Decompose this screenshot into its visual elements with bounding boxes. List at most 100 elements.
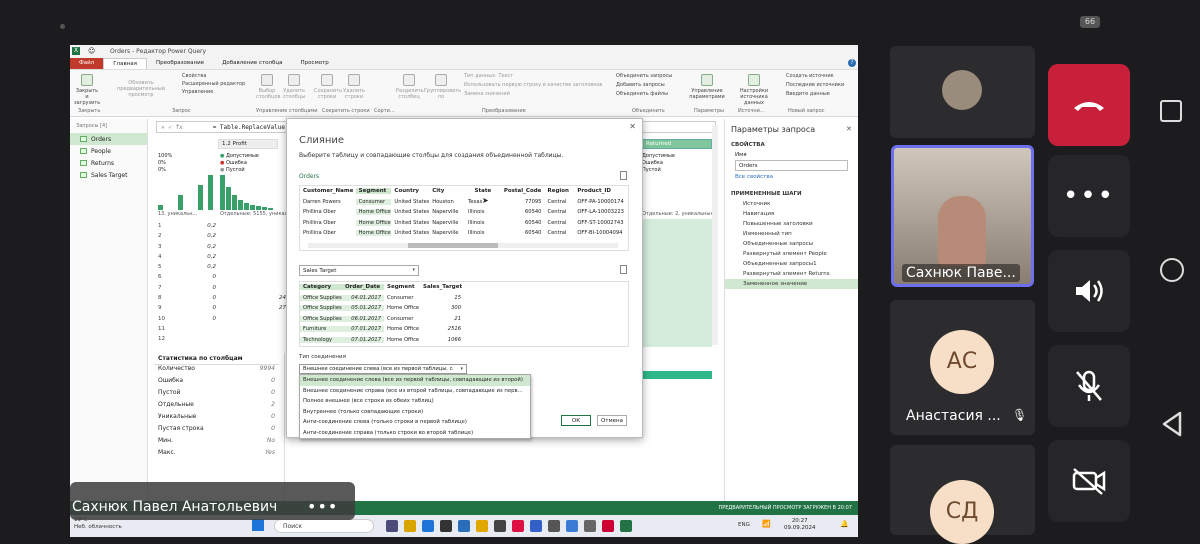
col-header[interactable]: City — [429, 188, 465, 194]
properties-button[interactable]: Свойства — [182, 73, 206, 79]
remove-columns-button[interactable]: Удалить столбцы — [282, 74, 306, 100]
document-icon[interactable] — [620, 171, 627, 180]
applied-step[interactable]: Развернутый элемент People — [725, 249, 858, 259]
applied-step[interactable]: Навигация — [725, 209, 858, 219]
close-load-button[interactable]: Закрыть и загрузить — [74, 74, 100, 106]
join-option-right-outer[interactable]: Внешнее соединение справа (все из второй… — [300, 386, 530, 397]
first-table-preview[interactable]: Customer_Name Segment Country City State… — [299, 185, 629, 251]
smiley-icon[interactable]: ☺ — [88, 47, 95, 55]
col-header[interactable]: Order_Date — [342, 284, 384, 291]
remove-rows-button[interactable]: Удалить строки — [342, 74, 366, 100]
applied-step[interactable]: Источник — [725, 199, 858, 209]
more-options-icon[interactable]: ••• — [307, 497, 338, 516]
first-row-header-button[interactable]: Использовать первую строку в качестве за… — [464, 82, 602, 88]
join-option-right-anti[interactable]: Анти-соединение справа (только строки во… — [300, 428, 530, 439]
tab-view[interactable]: Просмотр — [292, 58, 338, 69]
ok-button[interactable]: ОК — [561, 415, 591, 426]
join-type-select[interactable]: Внешнее соединение слева (все из первой … — [299, 364, 467, 374]
merge-queries-button[interactable]: Объединить запросы — [616, 73, 672, 79]
tab-file[interactable]: Файл — [70, 58, 104, 69]
app-icon[interactable] — [494, 520, 506, 532]
document-icon[interactable] — [620, 265, 627, 274]
second-table-select[interactable]: Sales Target ▾ — [299, 265, 419, 276]
split-column-button[interactable]: Разделить столбец — [396, 74, 424, 100]
choose-columns-button[interactable]: Выбор столбцов — [256, 74, 280, 100]
help-icon[interactable]: ? — [848, 59, 856, 67]
tab-transform[interactable]: Преобразование — [147, 58, 213, 69]
participant-tile[interactable]: АС Анастасия ... 🎙 — [890, 300, 1035, 435]
advanced-editor-button[interactable]: Расширенный редактор — [182, 81, 245, 87]
col-header[interactable]: Sales_Target — [420, 284, 464, 290]
enter-data-button[interactable]: Введите данные — [786, 91, 830, 97]
notification-icon[interactable]: 🔔 — [840, 520, 849, 528]
cancel-button[interactable]: Отмена — [597, 415, 627, 426]
app-icon[interactable] — [476, 520, 488, 532]
query-item-orders[interactable]: Orders — [70, 133, 147, 145]
join-option-left-outer[interactable]: Внешнее соединение слева (все из первой … — [300, 375, 530, 386]
applied-step[interactable]: Развернутый элемент Returns — [725, 269, 858, 279]
new-source-button[interactable]: Создать источник — [786, 73, 834, 79]
replace-values-button[interactable]: Замена значений — [464, 91, 510, 97]
task-view-icon[interactable] — [386, 520, 398, 532]
grid-scrollbar[interactable] — [712, 125, 718, 345]
self-view-tile[interactable] — [890, 46, 1035, 138]
keep-rows-button[interactable]: Сохранить строки — [314, 74, 342, 100]
applied-step[interactable]: Измененный тип — [725, 229, 858, 239]
col-header[interactable]: Product_ID — [574, 188, 628, 194]
query-name-input[interactable]: Orders — [735, 160, 848, 171]
more-button[interactable]: ••• — [1048, 155, 1130, 237]
data-type-dropdown[interactable]: Тип данных: Текст — [464, 73, 513, 79]
language-indicator[interactable]: ENG — [738, 522, 750, 528]
join-option-inner[interactable]: Внутреннее (только совпадающие строки) — [300, 407, 530, 418]
applied-step-selected[interactable]: Замененное значение — [725, 279, 858, 289]
excel-icon[interactable] — [620, 520, 632, 532]
horizontal-scrollbar[interactable] — [308, 243, 618, 248]
app-icon[interactable] — [440, 520, 452, 532]
speaker-video-tile[interactable]: Сахнюк Паве... — [891, 145, 1034, 287]
col-header[interactable]: State — [465, 188, 501, 194]
edge-icon[interactable] — [422, 520, 434, 532]
col-header[interactable]: Segment — [355, 188, 392, 195]
app-icon[interactable] — [548, 520, 560, 532]
col-header[interactable]: Category — [300, 284, 342, 291]
close-pane-icon[interactable]: ✕ — [846, 125, 852, 133]
app-icon[interactable] — [584, 520, 596, 532]
query-item-returns[interactable]: Returns — [70, 157, 147, 169]
join-option-left-anti[interactable]: Анти-соединение слева (только строки в п… — [300, 417, 530, 428]
app-icon[interactable] — [530, 520, 542, 532]
chrome-icon[interactable] — [512, 520, 524, 532]
col-header[interactable]: Country — [391, 188, 429, 194]
explorer-icon[interactable] — [404, 520, 416, 532]
second-table-preview[interactable]: Category Order_Date Segment Sales_Target… — [299, 281, 629, 347]
applied-step[interactable]: Объединенные запросы — [725, 239, 858, 249]
applied-step[interactable]: Объединенные запросы1 — [725, 259, 858, 269]
wifi-icon[interactable]: 📶 — [762, 520, 771, 528]
close-icon[interactable]: ✕ — [629, 122, 636, 131]
applied-step[interactable]: Повышенные заголовки — [725, 219, 858, 229]
speaker-button[interactable] — [1048, 250, 1130, 332]
data-source-settings-button[interactable]: Настройки источника данных — [730, 74, 778, 106]
col-header[interactable]: Region — [544, 188, 574, 194]
col-header[interactable]: Customer_Name — [300, 188, 356, 194]
all-properties-link[interactable]: Все свойства — [725, 171, 858, 183]
word-icon[interactable] — [566, 520, 578, 532]
home-icon[interactable] — [1160, 258, 1184, 282]
recent-sources-button[interactable]: Последние источники — [786, 82, 844, 88]
windows-start-icon[interactable] — [252, 519, 264, 531]
tab-add-column[interactable]: Добавление столбца — [213, 58, 291, 69]
query-item-people[interactable]: People — [70, 145, 147, 157]
column-header-returned[interactable]: Returned — [642, 139, 712, 149]
append-queries-button[interactable]: Добавить запросы — [616, 82, 665, 88]
camera-toggle-button[interactable] — [1048, 440, 1130, 522]
refresh-preview-button[interactable]: Обновить предварительный просмотр — [106, 80, 176, 98]
join-option-full-outer[interactable]: Полное внешнее (все строки из обеих табл… — [300, 396, 530, 407]
combine-files-button[interactable]: Объединить файлы — [616, 91, 668, 97]
manage-parameters-button[interactable]: Управление параметрами — [688, 74, 726, 100]
taskbar-search[interactable]: Поиск — [274, 519, 374, 533]
microphone-toggle-button[interactable] — [1048, 345, 1130, 427]
clock[interactable]: 20:27 09.09.2024 — [784, 518, 816, 532]
powerpoint-icon[interactable] — [602, 520, 614, 532]
col-header[interactable]: Postal_Code — [501, 188, 545, 194]
manage-button[interactable]: Управление — [182, 89, 213, 95]
query-item-sales-target[interactable]: Sales Target — [70, 169, 147, 181]
